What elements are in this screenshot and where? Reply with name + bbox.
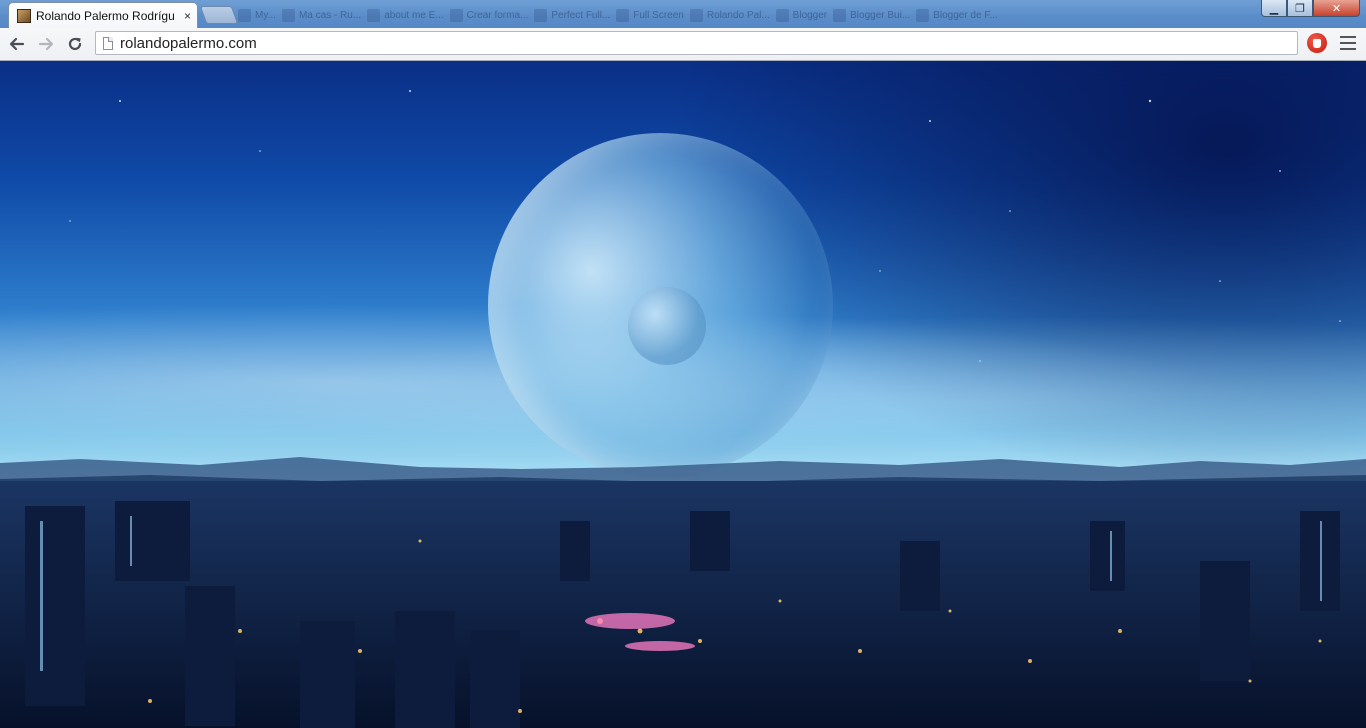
background-tab-list: My... Ma cas - Ru... about me E... Crear… <box>238 5 1004 25</box>
tab-favicon-icon <box>449 8 463 22</box>
night-city <box>0 481 1366 728</box>
maximize-button[interactable]: ❐ <box>1287 0 1313 17</box>
address-bar[interactable]: rolandopalermo.com <box>95 31 1298 55</box>
hand-icon <box>1313 38 1321 48</box>
menu-line <box>1340 42 1356 44</box>
background-tab[interactable]: Blogger <box>775 5 827 25</box>
tab-favicon-icon <box>281 8 295 22</box>
menu-line <box>1340 48 1356 50</box>
arrow-left-icon <box>9 37 25 51</box>
tab-favicon-icon <box>775 8 789 22</box>
page-icon <box>103 36 113 50</box>
window-controls: ▁ ❐ ✕ <box>1261 0 1360 17</box>
reload-button[interactable] <box>64 33 86 55</box>
tab-favicon-icon <box>238 8 251 22</box>
page-wallpaper <box>0 61 1366 728</box>
back-button[interactable] <box>6 33 28 55</box>
tab-favicon-icon <box>916 8 930 22</box>
forward-button[interactable] <box>35 33 57 55</box>
background-tab[interactable]: Crear forma... <box>449 5 528 25</box>
new-tab-button[interactable] <box>199 6 239 24</box>
tab-favicon-icon <box>616 8 630 22</box>
background-tab[interactable]: about me E... <box>367 5 444 25</box>
tab-favicon-icon <box>833 8 847 22</box>
url-text: rolandopalermo.com <box>120 34 257 52</box>
background-tab[interactable]: Ma cas - Ru... <box>281 5 361 25</box>
close-window-button[interactable]: ✕ <box>1313 0 1360 17</box>
background-tab[interactable]: Blogger Bui... <box>833 5 910 25</box>
tab-favicon-icon <box>534 8 548 22</box>
adblock-extension-icon[interactable] <box>1307 33 1327 53</box>
tab-active[interactable]: Rolando Palermo Rodrígu × <box>8 2 198 28</box>
tab-strip: Rolando Palermo Rodrígu × My... Ma cas -… <box>0 0 1366 28</box>
small-moon <box>628 287 706 365</box>
tab-close-icon[interactable]: × <box>184 10 191 22</box>
menu-line <box>1340 36 1356 38</box>
arrow-right-icon <box>38 37 54 51</box>
background-tab[interactable]: My... <box>238 5 276 25</box>
tab-favicon-icon <box>367 8 381 22</box>
background-tab[interactable]: Perfect Full... <box>534 5 610 25</box>
background-tab[interactable]: Full Screen <box>616 5 684 25</box>
tab-favicon-icon <box>689 8 703 22</box>
browser-toolbar: rolandopalermo.com <box>0 28 1366 61</box>
tab-title: Rolando Palermo Rodrígu <box>36 8 175 23</box>
browser-menu-button[interactable] <box>1340 36 1356 50</box>
reload-icon <box>68 37 82 51</box>
minimize-button[interactable]: ▁ <box>1261 0 1287 17</box>
background-tab[interactable]: Rolando Pal... <box>689 5 770 25</box>
site-favicon-icon <box>17 8 31 23</box>
background-tab[interactable]: Blogger de F... <box>916 5 998 25</box>
